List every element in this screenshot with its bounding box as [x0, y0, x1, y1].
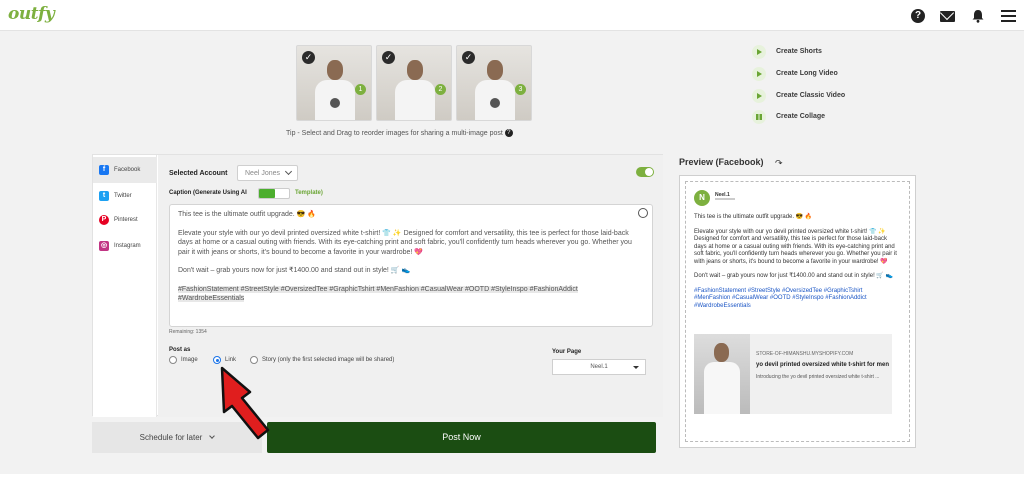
facebook-icon: f — [99, 165, 109, 175]
help-icon[interactable]: ? — [504, 129, 513, 137]
network-enable-toggle[interactable] — [636, 167, 654, 177]
caption-label: Caption (Generate Using AI — [169, 190, 247, 196]
selected-account-label: Selected Account — [169, 170, 228, 177]
emoji-icon[interactable] — [638, 208, 648, 218]
instagram-icon: ◎ — [99, 241, 109, 251]
preview-paragraph: Elevate your style with our yo devil pri… — [694, 228, 897, 265]
page-footer — [0, 474, 1024, 502]
image-thumbnail-3[interactable]: ✓ 3 — [456, 45, 532, 121]
play-icon — [752, 45, 766, 59]
sidebar-item-facebook[interactable]: f Facebook — [93, 157, 157, 183]
model-head — [487, 60, 503, 80]
account-select[interactable]: Neel Jones — [237, 165, 298, 181]
template-link[interactable]: Template) — [295, 190, 323, 196]
tip-text: Tip - Select and Drag to reorder images … — [286, 129, 503, 137]
bell-icon[interactable] — [971, 9, 985, 23]
help-icon[interactable]: ? — [911, 9, 925, 23]
link-domain: STORE-OF-HIMANSHU.MYSHOPIFY.COM — [756, 351, 854, 357]
create-option-label: Create Long Video — [776, 70, 838, 77]
tshirt-shape — [395, 80, 435, 120]
menu-icon[interactable] — [1001, 10, 1016, 22]
tshirt-print — [490, 98, 500, 108]
model-head — [407, 60, 423, 80]
order-badge: 2 — [435, 84, 446, 95]
remaining-count: Remaining: 1354 — [169, 329, 207, 335]
link-preview-image — [694, 334, 750, 414]
top-bar: outfy ? — [0, 0, 1024, 31]
pinterest-icon: P — [99, 215, 109, 225]
create-option-label: Create Classic Video — [776, 92, 846, 99]
outfy-logo[interactable]: outfy — [8, 4, 55, 24]
preview-text: This tee is the ultimate outfit upgrade.… — [694, 214, 899, 317]
check-icon[interactable]: ✓ — [462, 51, 475, 64]
sidebar-item-pinterest[interactable]: P Pinterest — [93, 207, 157, 233]
your-page-label: Your Page — [552, 349, 582, 355]
caption-textarea[interactable]: This tee is the ultimate outfit upgrade.… — [169, 204, 653, 327]
tshirt-shape — [704, 362, 740, 414]
preview-meta-line — [715, 198, 735, 200]
post-composer: f Facebook t Twitter P Pinterest ◎ Insta… — [92, 154, 663, 417]
page-select-value: Neel.1 — [590, 364, 608, 370]
caption-hashtags: #FashionStatement #StreetStyle #Oversize… — [178, 285, 578, 302]
schedule-label: Schedule for later — [139, 433, 203, 442]
red-arrow-annotation — [220, 366, 270, 440]
sidebar-item-label: Twitter — [114, 193, 132, 199]
sidebar-item-instagram[interactable]: ◎ Instagram — [93, 233, 157, 259]
link-preview: STORE-OF-HIMANSHU.MYSHOPIFY.COM yo devil… — [694, 334, 892, 414]
chevron-down-icon — [284, 167, 293, 176]
caption-line: This tee is the ultimate outfit upgrade.… — [178, 211, 317, 218]
account-select-value: Neel Jones — [245, 170, 281, 177]
mail-icon[interactable] — [940, 11, 955, 22]
link-title: yo devil printed oversized white t-shirt… — [756, 362, 890, 368]
radio-icon — [169, 356, 177, 364]
reorder-tip: Tip - Select and Drag to reorder images … — [286, 129, 513, 137]
avatar: N — [694, 190, 710, 206]
preview-post: N Neel.1 This tee is the ultimate outfit… — [685, 181, 910, 442]
image-thumbnail-1[interactable]: ✓ 1 — [296, 45, 372, 121]
twitter-icon: t — [99, 191, 109, 201]
preview-hashtags: #FashionStatement #StreetStyle #Oversize… — [694, 287, 867, 309]
create-option-label: Create Shorts — [776, 48, 822, 55]
order-badge: 1 — [355, 84, 366, 95]
model-head — [327, 60, 343, 80]
grid-icon — [752, 110, 766, 124]
post-as-label: Post as — [169, 347, 191, 353]
preview-title: Preview (Facebook) — [679, 157, 764, 167]
sidebar-item-label: Instagram — [114, 243, 141, 249]
create-option-label: Create Collage — [776, 113, 826, 120]
sidebar-item-twitter[interactable]: t Twitter — [93, 183, 157, 209]
check-icon[interactable]: ✓ — [302, 51, 315, 64]
post-now-button[interactable]: Post Now — [267, 422, 656, 453]
model-head — [714, 343, 729, 362]
link-description: Introducing the yo devil printed oversiz… — [756, 374, 880, 380]
page-select[interactable]: Neel.1 — [552, 359, 646, 375]
ai-toggle[interactable] — [258, 188, 290, 199]
play-icon — [752, 67, 766, 81]
preview-paragraph: Don't wait – grab yours now for just ₹14… — [694, 273, 894, 279]
caption-paragraph: Elevate your style with our yo devil pri… — [178, 229, 632, 256]
image-thumbnail-2[interactable]: ✓ 2 — [376, 45, 452, 121]
caret-down-icon — [633, 366, 639, 369]
tshirt-print — [330, 98, 340, 108]
caption-paragraph: Don't wait – grab yours now for just ₹14… — [178, 267, 411, 274]
preview-card: N Neel.1 This tee is the ultimate outfit… — [679, 175, 916, 448]
check-icon[interactable]: ✓ — [382, 51, 395, 64]
order-badge: 3 — [515, 84, 526, 95]
sidebar-item-label: Facebook — [114, 167, 141, 173]
network-sidebar: f Facebook t Twitter P Pinterest ◎ Insta… — [93, 155, 157, 417]
sidebar-item-label: Pinterest — [114, 217, 138, 223]
radio-label: Image — [181, 357, 198, 363]
preview-line: This tee is the ultimate outfit upgrade.… — [694, 214, 813, 220]
play-icon — [752, 89, 766, 103]
curved-arrow-icon: ↷ — [775, 158, 783, 168]
